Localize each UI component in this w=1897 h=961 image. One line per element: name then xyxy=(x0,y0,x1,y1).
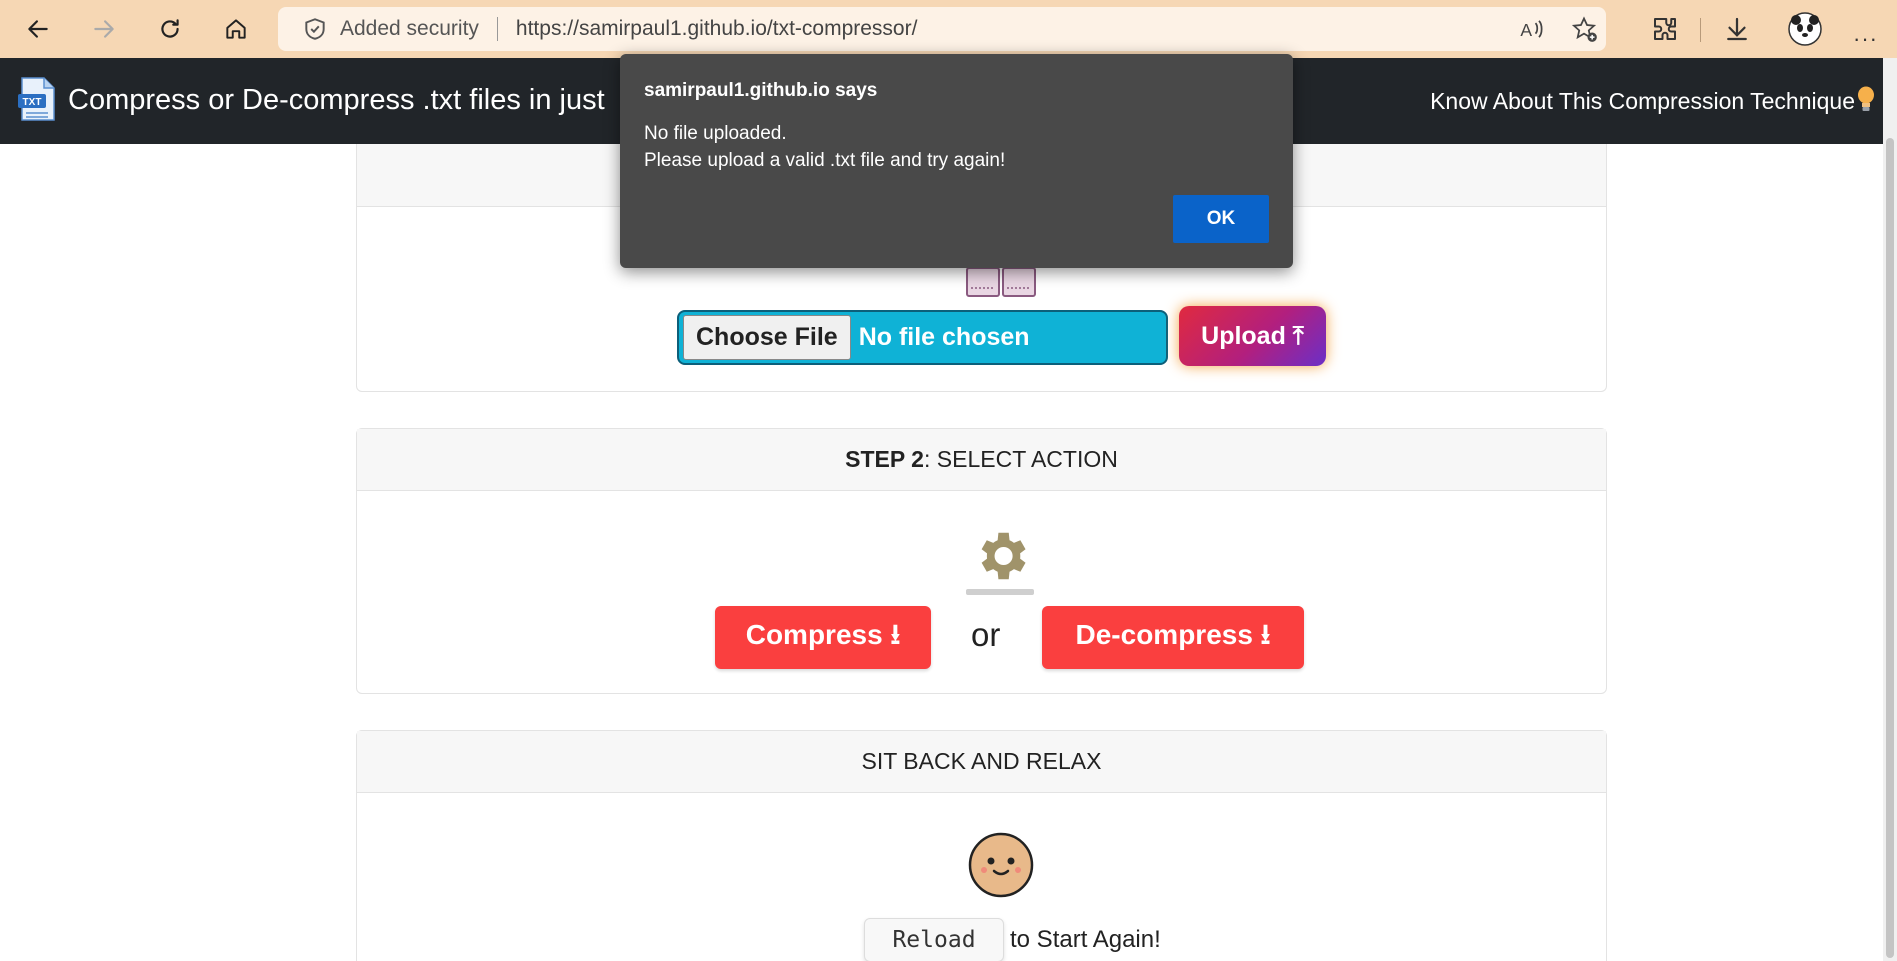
choose-file-button[interactable]: Choose File xyxy=(683,315,851,360)
select-action-header: STEP 2: SELECT ACTION xyxy=(357,429,1606,491)
select-action-card: STEP 2: SELECT ACTION Compress ⭳ or De-c… xyxy=(356,428,1607,694)
alert-dialog: samirpaul1.github.io says No file upload… xyxy=(620,54,1293,268)
refresh-icon xyxy=(161,19,179,38)
reload-row: Reload to Start Again! xyxy=(864,918,1161,961)
read-aloud-icon[interactable]: A xyxy=(1518,15,1546,43)
back-button[interactable] xyxy=(18,9,58,49)
profile-avatar-icon[interactable] xyxy=(1788,12,1822,46)
dialog-title: samirpaul1.github.io says xyxy=(644,80,878,101)
home-icon xyxy=(226,19,246,39)
scrollbar-thumb[interactable] xyxy=(1886,138,1894,958)
security-label: Added security xyxy=(340,17,479,40)
address-divider xyxy=(496,17,498,41)
upload-button[interactable]: Upload ⤒ xyxy=(1179,306,1326,366)
relax-card: SIT BACK AND RELAX Reload to Start Again… xyxy=(356,730,1607,961)
page-scrollbar[interactable] xyxy=(1883,58,1897,961)
compress-button[interactable]: Compress ⭳ xyxy=(715,606,931,669)
dialog-ok-button[interactable]: OK xyxy=(1173,195,1269,243)
svg-text:A: A xyxy=(1520,20,1532,40)
address-bar[interactable]: Added security https://samirpaul1.github… xyxy=(278,7,1606,51)
know-about-link[interactable]: Know About This Compression Technique xyxy=(1430,88,1855,115)
shield-icon xyxy=(305,18,325,40)
forward-button[interactable] xyxy=(84,9,124,49)
home-button[interactable] xyxy=(216,9,256,49)
url-text: https://samirpaul1.github.io/txt-compres… xyxy=(515,17,918,40)
download-icon[interactable] xyxy=(1722,14,1752,44)
file-input[interactable]: Choose File No file chosen xyxy=(677,310,1168,365)
add-favorite-icon[interactable] xyxy=(1570,15,1598,43)
reload-suffix: to Start Again! xyxy=(1010,926,1161,953)
file-storage-icon xyxy=(966,267,1036,297)
no-file-label: No file chosen xyxy=(858,323,1030,351)
svg-text:TXT: TXT xyxy=(23,97,42,108)
step2-title: : SELECT ACTION xyxy=(923,446,1118,472)
dialog-message-line1: No file uploaded. xyxy=(644,123,787,144)
extensions-icon[interactable] xyxy=(1650,14,1680,44)
lightbulb-icon xyxy=(1858,86,1874,111)
reload-button[interactable]: Reload xyxy=(864,918,1004,961)
arrow-left-icon xyxy=(28,20,48,38)
gear-icon xyxy=(981,532,1026,580)
decompress-button[interactable]: De-compress ⭳ xyxy=(1042,606,1304,669)
smiley-cookie-icon xyxy=(968,832,1034,898)
or-label: or xyxy=(971,616,1001,653)
more-menu-icon[interactable]: ··· xyxy=(1853,26,1878,52)
relax-header: SIT BACK AND RELAX xyxy=(357,731,1606,793)
browser-toolbar: Added security https://samirpaul1.github… xyxy=(0,0,1897,58)
refresh-button[interactable] xyxy=(150,9,190,49)
gear-underline xyxy=(966,589,1034,595)
txt-file-logo-icon: TXT xyxy=(18,77,55,121)
dialog-message-line2: Please upload a valid .txt file and try … xyxy=(644,150,1006,171)
step2-label: STEP 2 xyxy=(845,446,924,472)
arrow-right-icon xyxy=(94,20,114,38)
site-title: Compress or De-compress .txt files in ju… xyxy=(68,84,605,116)
toolbar-divider xyxy=(1700,18,1701,42)
